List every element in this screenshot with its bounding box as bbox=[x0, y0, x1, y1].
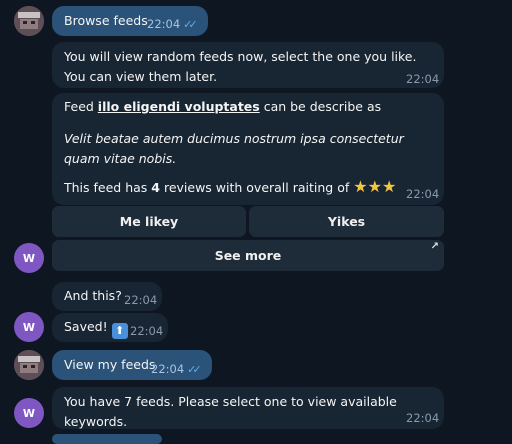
feed-reviews-line: This feed has 4 reviews with overall rai… bbox=[64, 177, 397, 196]
message-text: You will view random feeds now, select t… bbox=[64, 49, 417, 84]
message-time: 22:04 bbox=[130, 324, 164, 338]
message-incoming: Saved! ⬆ 22:04 bbox=[52, 313, 168, 342]
message-incoming: And this? 22:04 bbox=[52, 282, 162, 311]
read-check-icon: ✓✓ bbox=[183, 18, 198, 31]
feed-title-line: Feed illo eligendi voluptates can be des… bbox=[64, 99, 382, 114]
me-likey-button[interactable]: Me likey bbox=[52, 206, 246, 237]
read-check-icon: ✓✓ bbox=[187, 363, 202, 376]
star-icon: ★ bbox=[381, 177, 397, 196]
message-time: 22:04 bbox=[124, 293, 158, 307]
bot-avatar[interactable]: W bbox=[14, 312, 44, 342]
user-avatar[interactable] bbox=[14, 6, 44, 36]
feed-message: Feed illo eligendi voluptates can be des… bbox=[52, 93, 444, 205]
up-arrow-icon: ⬆ bbox=[111, 323, 128, 339]
message-text: You have 7 feeds. Please select one to v… bbox=[64, 394, 397, 429]
message-outgoing-partial bbox=[52, 434, 162, 444]
message-time: 22:04 ✓✓ bbox=[147, 17, 198, 31]
feed-link[interactable]: illo eligendi voluptates bbox=[98, 99, 260, 114]
message-incoming: You will view random feeds now, select t… bbox=[52, 42, 444, 88]
message-text: Saved! ⬆ bbox=[64, 317, 128, 339]
message-text: View my feeds bbox=[64, 357, 156, 372]
user-avatar[interactable] bbox=[14, 350, 44, 380]
external-link-icon: ↗ bbox=[430, 241, 439, 252]
message-time: 22:04 bbox=[406, 411, 440, 425]
bot-avatar[interactable]: W bbox=[14, 243, 44, 273]
see-more-label: See more bbox=[214, 248, 282, 263]
star-icon: ★ bbox=[367, 177, 382, 196]
message-text: Browse feeds bbox=[64, 13, 148, 28]
message-outgoing: View my feeds 22:04 ✓✓ bbox=[52, 350, 212, 380]
message-time: 22:04 ✓✓ bbox=[151, 362, 202, 376]
feed-description: Velit beatae autem ducimus nostrum ipsa … bbox=[64, 131, 404, 166]
message-incoming: You have 7 feeds. Please select one to v… bbox=[52, 387, 444, 429]
message-time: 22:04 bbox=[406, 72, 440, 86]
yikes-button[interactable]: Yikes bbox=[249, 206, 444, 237]
message-outgoing: Browse feeds 22:04 ✓✓ bbox=[52, 6, 208, 36]
see-more-button[interactable]: See more ↗ bbox=[52, 240, 444, 271]
bot-avatar[interactable]: W bbox=[14, 398, 44, 428]
message-time: 22:04 bbox=[406, 187, 440, 201]
star-icon: ★ bbox=[353, 177, 368, 196]
message-text: And this? bbox=[64, 288, 122, 303]
